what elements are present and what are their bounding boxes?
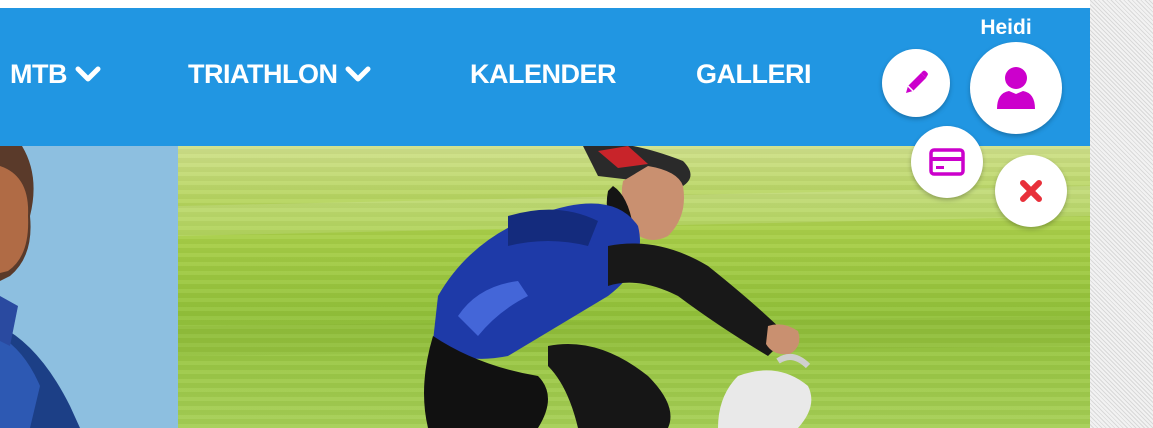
nav-item-label: KALENDER <box>470 58 617 89</box>
close-button[interactable] <box>995 155 1067 227</box>
close-icon <box>1020 180 1042 202</box>
nav-item-triathlon[interactable]: TRIATHLON <box>188 54 371 94</box>
payment-card-button[interactable] <box>911 126 983 198</box>
user-icon <box>997 67 1035 109</box>
banner-image-left <box>0 146 178 428</box>
pencil-icon <box>906 70 928 93</box>
site-header: MTB TRIATHLON KALENDER GALLERI Heidi <box>0 8 1090 428</box>
user-name: Heidi <box>980 16 1032 39</box>
profile-button[interactable] <box>970 42 1062 134</box>
nav-item-label: MTB <box>10 58 67 89</box>
nav-item-label: TRIATHLON <box>188 58 338 89</box>
nav-item-galleri[interactable]: GALLERI <box>696 54 812 94</box>
nav-item-kalender[interactable]: KALENDER <box>470 54 617 94</box>
credit-card-icon <box>929 148 965 176</box>
chevron-down-icon <box>75 66 101 82</box>
chevron-down-icon <box>345 66 371 82</box>
page-background-pattern <box>1090 0 1153 428</box>
edit-button[interactable] <box>882 49 950 117</box>
nav-item-label: GALLERI <box>696 58 812 89</box>
nav-item-mtb[interactable]: MTB <box>10 54 101 94</box>
